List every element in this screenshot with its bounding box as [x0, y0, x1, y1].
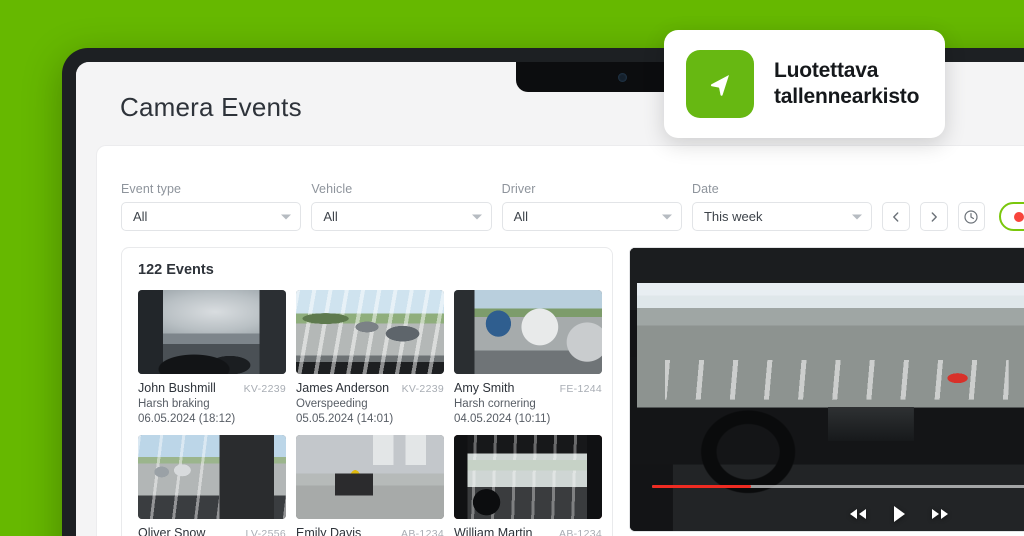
play-button[interactable] — [891, 505, 907, 523]
clock-icon — [964, 209, 978, 224]
fast-forward-button[interactable] — [929, 507, 951, 521]
badge-icon-tile — [686, 50, 754, 118]
events-panel: 122 Events John Bushmill KV-2239 Harsh bra… — [121, 247, 613, 536]
date-select[interactable]: This week — [691, 202, 873, 231]
filter-date-label: Date — [691, 182, 719, 196]
fast-forward-icon — [931, 509, 948, 519]
status-dot-new — [1014, 211, 1024, 222]
filter-driver-label: Driver — [501, 182, 536, 196]
event-card[interactable]: John Bushmill KV-2239 Harsh braking 06.05.2… — [138, 290, 286, 425]
event-thumbnail-image — [296, 290, 444, 374]
event-thumbnail[interactable] — [454, 435, 602, 519]
driver-value: All — [513, 209, 529, 224]
video-progress-bar[interactable] — [652, 485, 1024, 488]
main-content-card: Event type All Vehicle All Driver All Da… — [96, 145, 1024, 536]
video-player[interactable] — [629, 247, 1024, 532]
chevron-down-icon — [852, 214, 863, 219]
content-columns: 122 Events John Bushmill KV-2239 Harsh bra… — [97, 231, 1024, 536]
event-thumbnail-image — [138, 290, 286, 374]
chevron-down-icon — [281, 214, 292, 219]
event-datetime: 06.05.2024 (18:12) — [138, 413, 236, 425]
event-vehicle-plate: KV-2239 — [401, 383, 444, 395]
event-thumbnail-image — [296, 435, 444, 519]
event-datetime: 05.05.2024 (14:01) — [296, 413, 394, 425]
rewind-button[interactable] — [847, 507, 869, 521]
play-icon — [893, 506, 905, 522]
events-count: 122 Events — [138, 262, 214, 278]
vehicle-select[interactable]: All — [311, 202, 492, 231]
event-card[interactable]: James Anderson KV-2239 Overspeeding 05.05.2… — [296, 290, 444, 425]
event-type-label: Harsh braking — [138, 398, 210, 410]
event-thumbnail-image — [138, 435, 286, 519]
event-thumbnail[interactable] — [454, 290, 602, 374]
chevron-down-icon — [471, 214, 482, 219]
event-type-select[interactable]: All — [121, 202, 302, 231]
event-vehicle-plate: LV-2556 — [245, 528, 286, 536]
event-vehicle-plate: FE-1244 — [559, 383, 602, 395]
event-driver-name: Amy Smith — [454, 381, 515, 395]
event-vehicle-plate: KV-2239 — [243, 383, 286, 395]
event-thumbnail-image — [454, 435, 602, 519]
event-vehicle-plate: AB-1234 — [401, 528, 444, 536]
event-driver-name: James Anderson — [296, 381, 390, 395]
video-progress-fill — [652, 485, 751, 488]
video-panel: Camera views — [629, 247, 1024, 536]
chevron-down-icon — [661, 214, 672, 219]
next-period-button[interactable] — [919, 202, 948, 231]
webcam-icon — [617, 72, 627, 82]
navigation-arrow-icon — [710, 75, 729, 96]
chevron-left-icon — [893, 211, 899, 222]
prev-period-button[interactable] — [882, 202, 910, 231]
playback-controls — [630, 505, 1024, 523]
badge-line-1: Luotettava — [774, 59, 879, 83]
filter-vehicle: Vehicle All — [311, 182, 492, 231]
event-card[interactable]: William MartinAB-1234Overspeeding01.05.2… — [454, 435, 602, 536]
event-card[interactable]: Oliver SnowLV-2556Harsh Acceleration04.0… — [138, 435, 286, 536]
event-thumbnail[interactable] — [138, 290, 286, 374]
event-driver-name: William Martin — [454, 526, 533, 536]
filter-date: Date This week — [691, 182, 873, 231]
event-thumbnail[interactable] — [296, 290, 444, 374]
event-vehicle-plate: AB-1234 — [559, 528, 602, 536]
filter-event-type: Event type All — [121, 182, 302, 231]
time-range-button[interactable] — [957, 202, 986, 231]
filter-event-type-label: Event type — [121, 182, 182, 196]
event-type-label: Harsh cornering — [454, 398, 536, 410]
event-type-label: Overspeeding — [296, 398, 368, 410]
event-driver-name: Oliver Snow — [138, 526, 206, 536]
date-value: This week — [703, 209, 763, 224]
event-datetime: 04.05.2024 (10:11) — [454, 413, 551, 425]
event-driver-name: John Bushmill — [138, 381, 216, 395]
filter-driver: Driver All — [501, 182, 682, 231]
vehicle-value: All — [323, 209, 338, 224]
chevron-right-icon — [931, 211, 937, 222]
badge-line-2: tallennearkisto — [774, 85, 920, 108]
event-driver-name: Emily Davis — [296, 526, 362, 536]
event-type-value: All — [133, 209, 148, 224]
event-thumbnail[interactable] — [138, 435, 286, 519]
filter-vehicle-label: Vehicle — [311, 182, 353, 196]
event-card[interactable]: Amy Smith FE-1244 Harsh cornering 04.05.202… — [454, 290, 602, 425]
video-controls — [630, 475, 1024, 531]
status-pill-new[interactable]: New — [999, 202, 1024, 231]
driver-select[interactable]: All — [501, 202, 682, 231]
event-thumbnail-image — [454, 290, 602, 374]
rewind-icon — [849, 509, 866, 519]
filter-bar: Event type All Vehicle All Driver All Da… — [97, 168, 1024, 231]
promo-badge: Luotettava tallennearkisto — [664, 30, 946, 138]
badge-text: Luotettava tallennearkisto — [774, 58, 919, 109]
events-grid: John Bushmill KV-2239 Harsh braking 06.05.2… — [138, 290, 602, 536]
event-thumbnail[interactable] — [296, 435, 444, 519]
event-card[interactable]: Emily DavisAB-1234General recording03.05… — [296, 435, 444, 536]
